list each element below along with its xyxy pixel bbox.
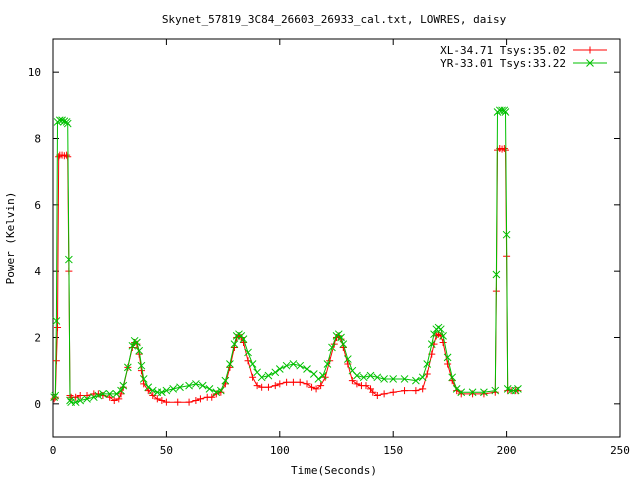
data-point bbox=[439, 338, 447, 346]
data-point bbox=[174, 398, 182, 406]
data-point bbox=[469, 390, 477, 398]
y-tick-label: 8 bbox=[34, 133, 41, 146]
x-tick-label: 200 bbox=[497, 444, 517, 457]
data-point bbox=[443, 353, 452, 362]
data-point bbox=[253, 382, 261, 390]
data-point bbox=[54, 324, 62, 332]
data-point bbox=[436, 325, 445, 334]
data-point bbox=[401, 387, 409, 395]
legend-entry-marker bbox=[586, 46, 594, 54]
data-point bbox=[271, 368, 280, 377]
data-point bbox=[419, 385, 427, 393]
data-point bbox=[271, 382, 279, 390]
data-point bbox=[312, 385, 320, 393]
data-point bbox=[359, 373, 368, 382]
data-point bbox=[289, 378, 297, 386]
data-point bbox=[389, 388, 397, 396]
data-point bbox=[110, 397, 118, 405]
data-point bbox=[373, 373, 382, 382]
data-point bbox=[205, 385, 214, 393]
y-tick-label: 10 bbox=[28, 66, 41, 79]
data-point bbox=[248, 360, 257, 368]
data-point bbox=[353, 371, 361, 380]
data-point bbox=[264, 371, 273, 380]
y-tick-label: 2 bbox=[34, 332, 41, 345]
x-tick-label: 0 bbox=[50, 444, 57, 457]
data-point bbox=[380, 390, 388, 398]
data-point bbox=[162, 398, 170, 406]
data-point bbox=[55, 153, 63, 161]
data-point bbox=[353, 380, 361, 388]
data-point bbox=[418, 373, 427, 382]
data-point bbox=[289, 360, 298, 368]
x-tick-label: 100 bbox=[270, 444, 290, 457]
data-point bbox=[362, 382, 370, 390]
series-2 bbox=[50, 106, 522, 407]
plot-frame bbox=[52, 38, 621, 438]
chart: Skynet_57819_3C84_26603_26933_cal.txt, L… bbox=[4, 13, 630, 477]
data-point bbox=[366, 371, 375, 380]
data-point bbox=[153, 395, 161, 403]
x-tick-label: 250 bbox=[610, 444, 630, 457]
y-axis-label: Power (Kelvin) bbox=[4, 192, 17, 285]
legend-entry-label: YR-33.01 Tsys:33.22 bbox=[440, 57, 566, 70]
data-point bbox=[303, 365, 311, 373]
series-layer bbox=[50, 106, 522, 407]
data-point bbox=[296, 361, 305, 370]
data-point bbox=[296, 378, 304, 386]
data-point bbox=[303, 380, 311, 388]
data-point bbox=[158, 397, 166, 405]
data-point bbox=[314, 375, 323, 383]
x-tick-label: 150 bbox=[383, 444, 403, 457]
data-point bbox=[412, 387, 420, 395]
data-point bbox=[106, 393, 114, 401]
data-point bbox=[373, 392, 381, 400]
data-point bbox=[264, 383, 272, 391]
data-point bbox=[192, 397, 200, 405]
data-point bbox=[192, 380, 200, 388]
legend-entry-label: XL-34.71 Tsys:35.02 bbox=[440, 44, 566, 57]
data-point bbox=[198, 381, 207, 390]
chart-title: Skynet_57819_3C84_26603_26933_cal.txt, L… bbox=[162, 13, 507, 26]
y-tick-label: 0 bbox=[34, 398, 41, 411]
legend: XL-34.71 Tsys:35.02YR-33.01 Tsys:33.22 bbox=[440, 44, 607, 70]
data-point bbox=[275, 365, 284, 373]
data-point bbox=[52, 357, 60, 365]
data-point bbox=[257, 373, 266, 382]
x-tick-label: 50 bbox=[160, 444, 173, 457]
y-tick-label: 6 bbox=[34, 199, 41, 212]
x-axis-label: Time(Seconds) bbox=[291, 464, 377, 477]
data-point bbox=[276, 380, 284, 388]
data-point bbox=[308, 383, 316, 391]
data-point bbox=[196, 395, 204, 403]
y-tick-label: 4 bbox=[34, 265, 41, 278]
data-point bbox=[258, 383, 266, 391]
data-point bbox=[283, 378, 291, 386]
data-point bbox=[317, 382, 325, 390]
data-point bbox=[185, 398, 193, 406]
data-point bbox=[169, 385, 178, 393]
data-point bbox=[282, 361, 291, 370]
